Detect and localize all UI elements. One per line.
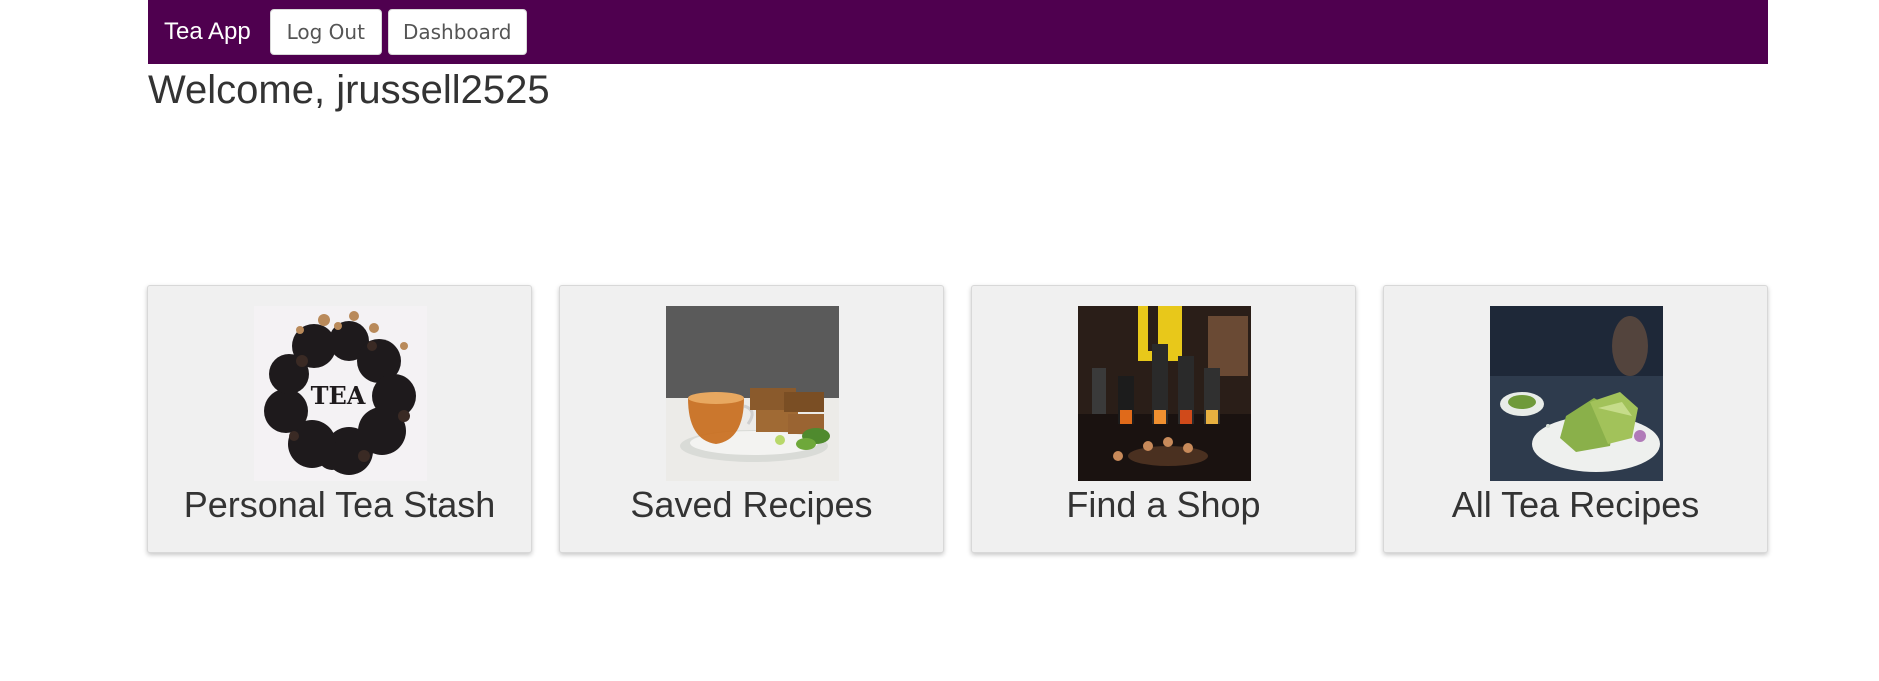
svg-text:TEA: TEA	[311, 381, 366, 410]
card-all-tea-recipes[interactable]: All Tea Recipes	[1383, 285, 1768, 553]
card-personal-tea-stash[interactable]: TEA Personal Tea Stash	[147, 285, 532, 553]
card-saved-recipes[interactable]: Saved Recipes	[559, 285, 944, 553]
card-title: Saved Recipes	[630, 484, 873, 525]
tea-shop-counter-image	[1078, 306, 1251, 481]
tea-cup-and-cake-image	[666, 306, 839, 481]
card-title: Find a Shop	[1066, 484, 1261, 525]
card-title: All Tea Recipes	[1451, 484, 1700, 525]
welcome-heading: Welcome, jrussell2525	[148, 68, 550, 112]
dashboard-button[interactable]: Dashboard	[387, 9, 527, 55]
matcha-dessert-image	[1490, 306, 1663, 481]
card-title: Personal Tea Stash	[183, 484, 496, 525]
navbar: Tea App Log Out Dashboard	[148, 0, 1768, 64]
card-find-a-shop[interactable]: Find a Shop	[971, 285, 1356, 553]
logout-button[interactable]: Log Out	[269, 9, 382, 55]
app-brand[interactable]: Tea App	[164, 18, 251, 46]
loose-leaf-tea-image: TEA	[254, 306, 427, 481]
